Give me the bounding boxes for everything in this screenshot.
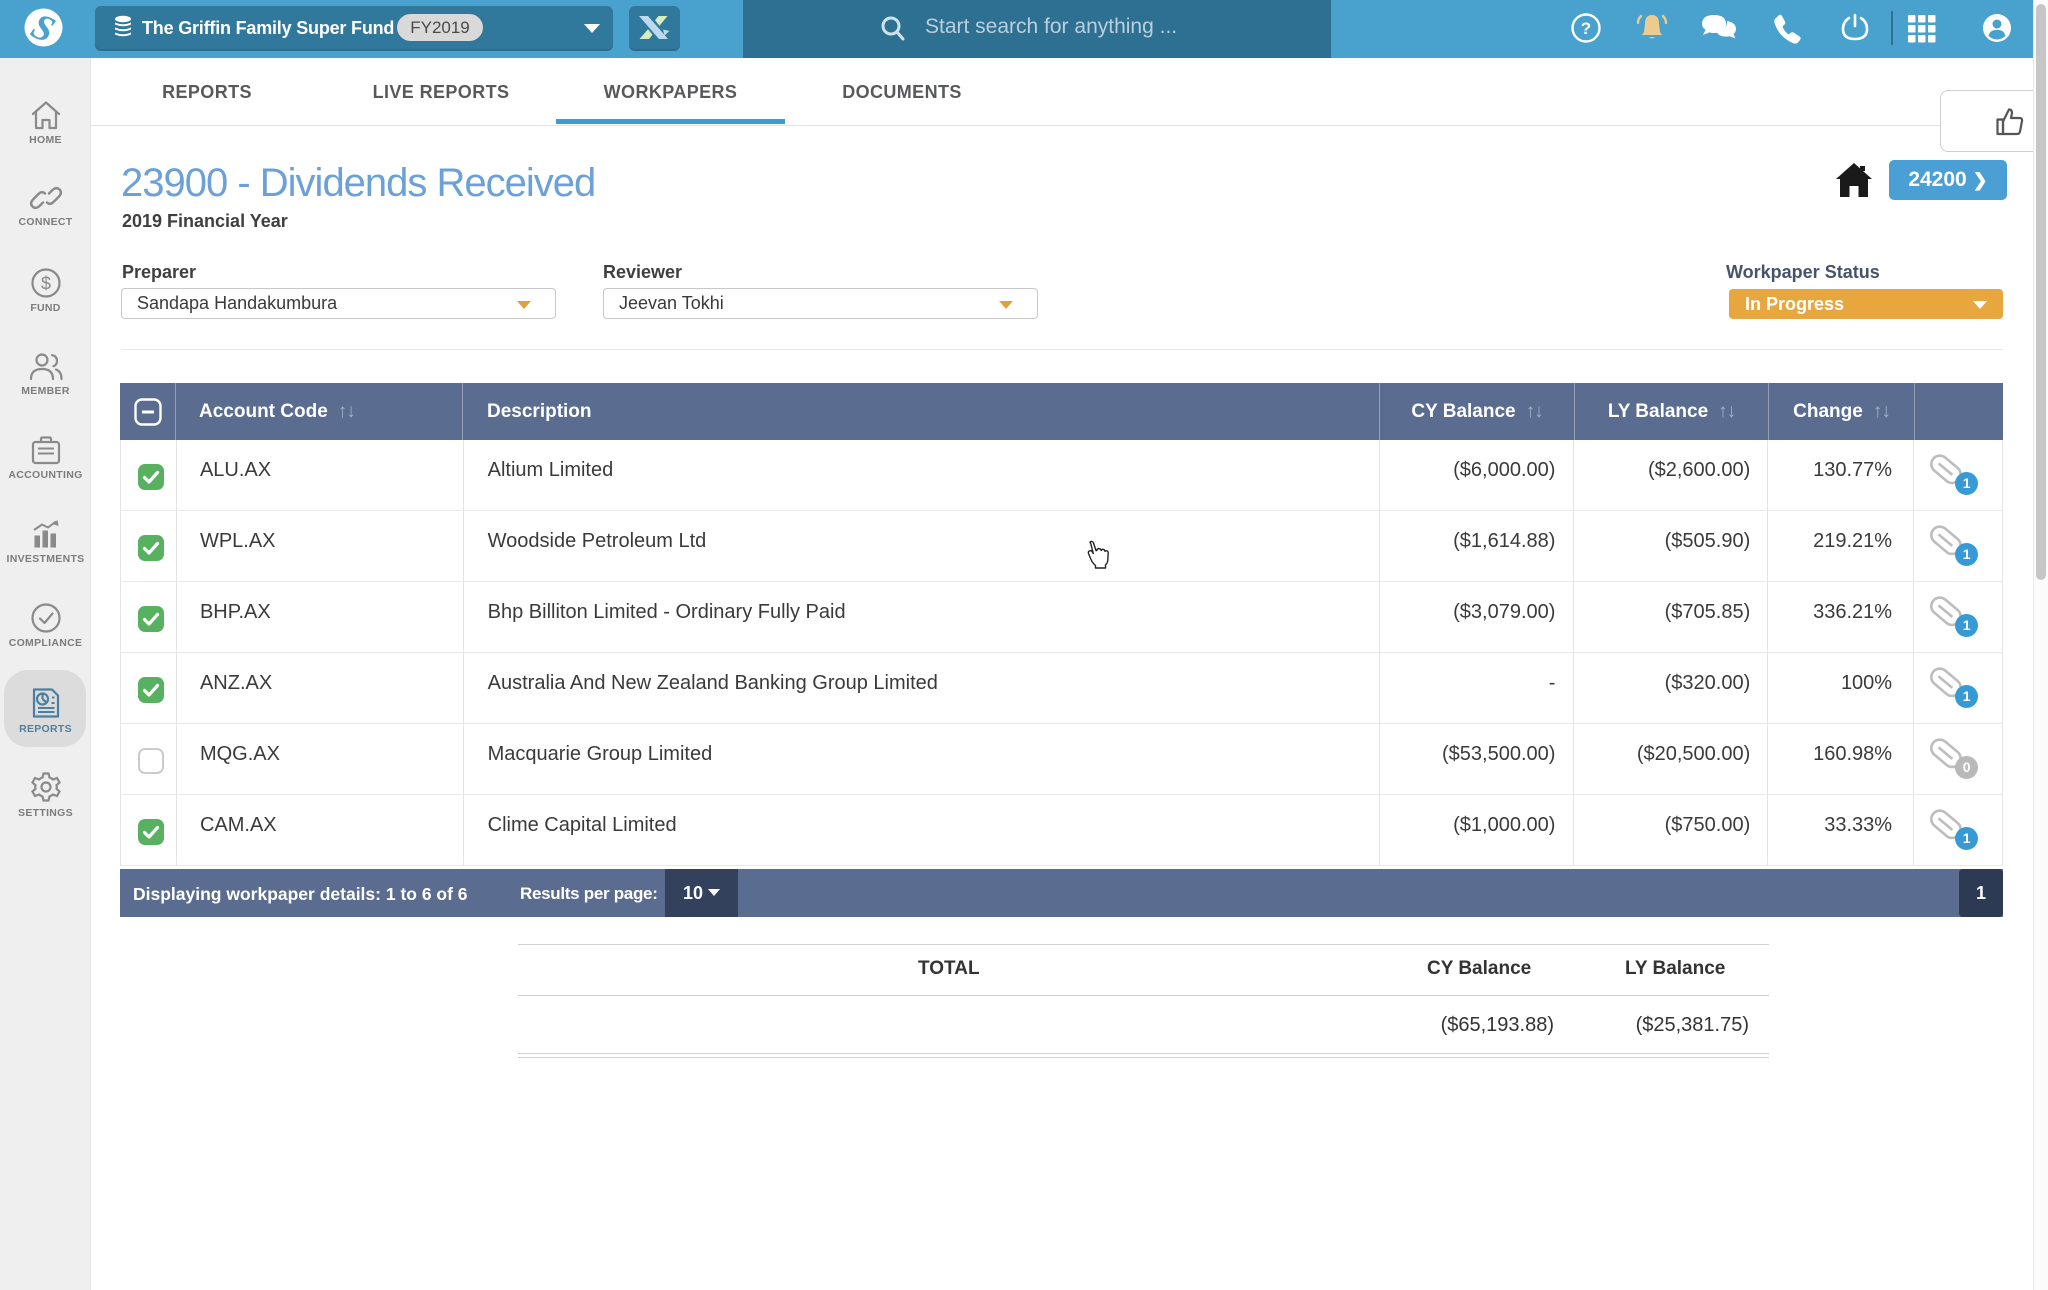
svg-text:$: $ — [40, 274, 50, 294]
svg-text:?: ? — [1581, 19, 1591, 38]
